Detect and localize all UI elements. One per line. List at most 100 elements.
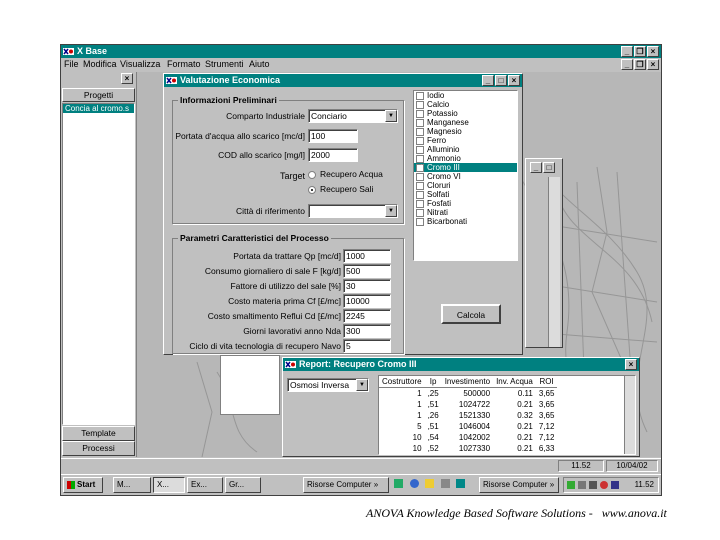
menu-formato[interactable]: Formato	[167, 58, 201, 71]
restore-button[interactable]: ❐	[634, 46, 646, 57]
element-checklist[interactable]: Iodio Calcio Potassio Manganese Magnesio Ferr…	[413, 90, 518, 261]
mdi-minimize-button[interactable]: _	[621, 59, 633, 70]
taskbar-button-gr[interactable]: Gr...	[225, 477, 261, 493]
checkbox[interactable]: ✓	[416, 163, 424, 172]
report-column-header[interactable]: Inv. Acqua	[493, 376, 536, 388]
checklist-item[interactable]: Manganese	[414, 118, 517, 127]
mdi-restore-button[interactable]: ❐	[634, 59, 646, 70]
internet-icon[interactable]	[409, 479, 419, 488]
close-button[interactable]: ×	[647, 46, 659, 57]
citta-dropdown[interactable]: ▼	[308, 204, 398, 218]
printer-icon[interactable]	[589, 481, 597, 489]
checklist-item[interactable]: Nitrati	[414, 208, 517, 217]
table-row[interactable]: 5 ,51 1046004 0.21 7,12	[379, 421, 557, 432]
dialog-maximize-button[interactable]: □	[495, 75, 507, 86]
checkbox[interactable]	[416, 91, 424, 100]
checkbox[interactable]	[416, 127, 424, 136]
checklist-item[interactable]: Calcio	[414, 100, 517, 109]
menu-modifica[interactable]: Modifica	[83, 58, 117, 71]
checkbox[interactable]	[416, 145, 424, 154]
dialog-titlebar[interactable]: Valutazione Economica _ □ ×	[164, 74, 522, 87]
taskbar-button-x[interactable]: X...	[153, 477, 185, 493]
child-minimize-button[interactable]: _	[530, 162, 542, 173]
param-input[interactable]: 300	[343, 324, 391, 338]
minimize-button[interactable]: _	[621, 46, 633, 57]
checkbox[interactable]	[416, 100, 424, 109]
panel-close-button[interactable]: ×	[121, 73, 133, 84]
table-row[interactable]: 10 ,52 1027330 0.21 6,33	[379, 443, 557, 454]
report-column-header[interactable]: Costruttore	[379, 376, 425, 388]
param-input[interactable]: 5	[343, 339, 391, 353]
checklist-item[interactable]: Ferro	[414, 136, 517, 145]
portata-input[interactable]: 100	[308, 129, 358, 143]
antivirus-icon[interactable]	[600, 481, 608, 489]
menu-visualizza[interactable]: Visualizza	[120, 58, 160, 71]
radio-sali-icon[interactable]	[308, 185, 316, 194]
param-input[interactable]: 1000	[343, 249, 391, 263]
sound-icon[interactable]	[578, 481, 586, 489]
child-maximize-button[interactable]: □	[543, 162, 555, 173]
radio-recupero-sali[interactable]: Recupero Sali	[308, 184, 373, 194]
table-row[interactable]: 1 ,51 1024722 0.21 3,65	[379, 399, 557, 410]
panel-header[interactable]: Progetti	[62, 88, 135, 102]
report-column-header[interactable]: ROI	[535, 376, 558, 388]
param-input[interactable]: 500	[343, 264, 391, 278]
taskbar-risorse-2[interactable]: Risorse Computer »	[479, 477, 559, 493]
technology-dropdown[interactable]: Osmosi Inversa ▼	[287, 378, 369, 392]
desktop-icon[interactable]	[456, 479, 466, 488]
checklist-item[interactable]: Fosfati	[414, 199, 517, 208]
checklist-item[interactable]: Potassio	[414, 109, 517, 118]
network-icon[interactable]	[567, 481, 575, 489]
checkbox[interactable]	[416, 199, 424, 208]
checkbox[interactable]	[416, 118, 424, 127]
taskbar-button-ex[interactable]: Ex...	[187, 477, 223, 493]
checkbox[interactable]	[416, 190, 424, 199]
main-titlebar[interactable]: X Base _ ❐ ×	[61, 45, 661, 58]
checklist-item[interactable]: Iodio	[414, 91, 517, 100]
checklist-item[interactable]: Solfati	[414, 190, 517, 199]
processi-button[interactable]: Processi	[62, 441, 135, 456]
menu-file[interactable]: File	[64, 58, 79, 71]
table-row[interactable]: 1 ,26 1521330 0.32 3,65	[379, 410, 557, 421]
checklist-item[interactable]: Cromo VI	[414, 172, 517, 181]
param-input[interactable]: 10000	[343, 294, 391, 308]
mdi-close-button[interactable]: ×	[647, 59, 659, 70]
radio-recupero-acqua[interactable]: Recupero Acqua	[308, 169, 383, 179]
table-row[interactable]: 1 ,25 500000 0.11 3,65	[379, 388, 557, 400]
checklist-item[interactable]: Alluminio	[414, 145, 517, 154]
update-icon[interactable]	[611, 481, 619, 489]
edit-icon[interactable]	[440, 479, 450, 488]
dialog-close-button[interactable]: ×	[508, 75, 520, 86]
checkbox[interactable]	[416, 172, 424, 181]
dialog-minimize-button[interactable]: _	[482, 75, 494, 86]
report-column-header[interactable]: Ip	[424, 376, 442, 388]
checklist-item[interactable]: Cloruri	[414, 181, 517, 190]
report-close-button[interactable]: ×	[625, 359, 637, 370]
child-scrollbar[interactable]	[548, 177, 560, 347]
mail-icon[interactable]	[425, 479, 435, 488]
report-column-header[interactable]: Investimento	[441, 376, 494, 388]
table-row[interactable]: 10 ,54 1042002 0.21 7,12	[379, 432, 557, 443]
cod-input[interactable]: 2000	[308, 148, 358, 162]
chevron-down-icon[interactable]: ▼	[356, 379, 368, 391]
chevron-down-icon[interactable]: ▼	[385, 205, 397, 217]
taskbar-risorse-1[interactable]: Risorse Computer »	[303, 477, 389, 493]
report-scrollbar[interactable]	[624, 376, 635, 454]
radio-acqua-icon[interactable]	[308, 170, 316, 179]
checklist-item[interactable]: Bicarbonati	[414, 217, 517, 226]
checklist-item[interactable]: Ammonio	[414, 154, 517, 163]
menu-strumenti[interactable]: Strumenti	[205, 58, 244, 71]
checkbox[interactable]	[416, 181, 424, 190]
explorer-icon[interactable]	[394, 479, 403, 488]
checkbox[interactable]	[416, 208, 424, 217]
report-titlebar[interactable]: Report: Recupero Cromo III ×	[283, 358, 639, 371]
project-item[interactable]: Concia al cromo.s	[63, 104, 134, 113]
calcola-button[interactable]: Calcola	[441, 304, 501, 324]
checklist-item[interactable]: Magnesio	[414, 127, 517, 136]
template-button[interactable]: Template	[62, 426, 135, 441]
checkbox[interactable]	[416, 109, 424, 118]
checklist-item[interactable]: ✓ Cromo III	[414, 163, 517, 172]
taskbar-button-m[interactable]: M...	[113, 477, 151, 493]
menu-aiuto[interactable]: Aiuto	[249, 58, 270, 71]
chevron-down-icon[interactable]: ▼	[385, 110, 397, 122]
